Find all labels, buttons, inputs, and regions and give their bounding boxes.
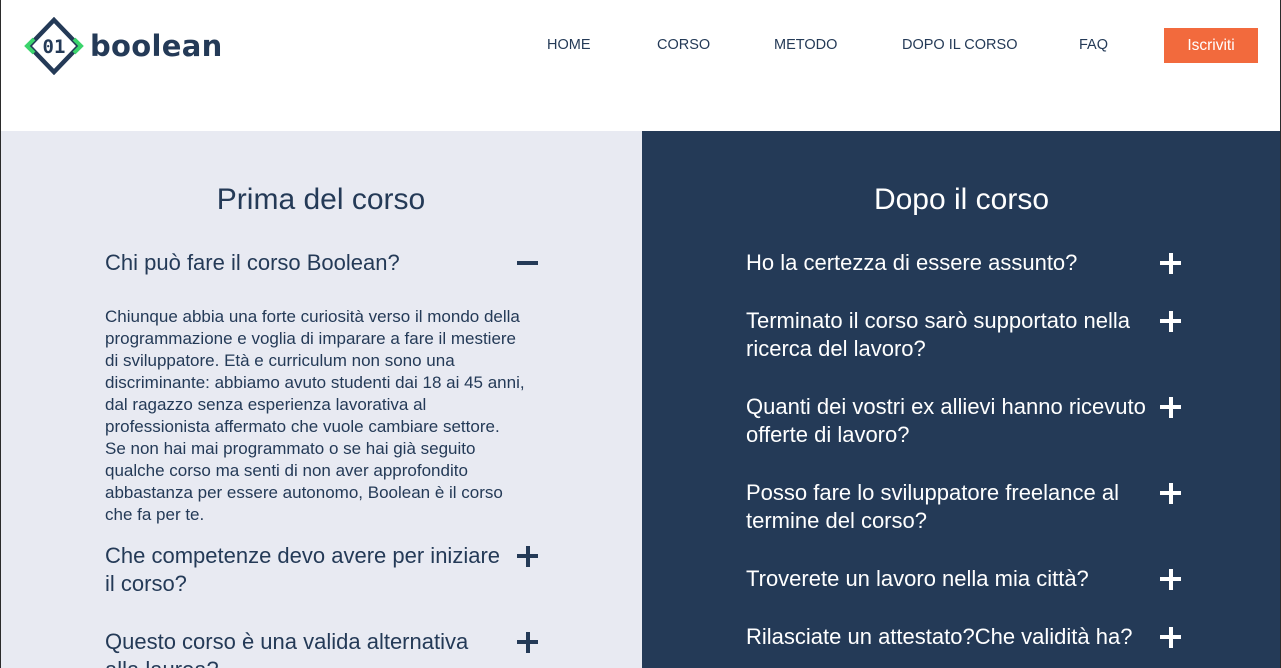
faq-answer: Chiunque abbia una forte curiosità verso… xyxy=(105,307,525,524)
nav-dopo-il-corso[interactable]: DOPO IL CORSO xyxy=(902,28,1017,63)
nav-faq[interactable]: FAQ xyxy=(1079,28,1108,63)
faq-item: Terminato il corso sarò supportato nella… xyxy=(746,307,1186,363)
faq-item: Posso fare lo sviluppatore freelance al … xyxy=(746,479,1186,535)
plus-icon[interactable] xyxy=(1160,483,1181,504)
faq-question-toggle[interactable]: Quanti dei vostri ex allievi hanno ricev… xyxy=(746,393,1186,449)
plus-icon[interactable] xyxy=(1160,253,1181,274)
faq-item: Troverete un lavoro nella mia città? xyxy=(746,565,1186,593)
faq-question: Quanti dei vostri ex allievi hanno ricev… xyxy=(746,394,1146,447)
faq-question: Ho la certezza di essere assunto? xyxy=(746,250,1078,275)
faq-question-toggle[interactable]: Che competenze devo avere per iniziare i… xyxy=(105,542,545,598)
plus-icon[interactable] xyxy=(517,632,538,653)
minus-icon[interactable] xyxy=(517,253,538,273)
faq-question: Troverete un lavoro nella mia città? xyxy=(746,566,1089,591)
plus-icon[interactable] xyxy=(1160,569,1181,590)
nav-corso[interactable]: CORSO xyxy=(657,28,710,63)
faq-question-toggle[interactable]: Troverete un lavoro nella mia città? xyxy=(746,565,1186,593)
faq-question-toggle[interactable]: Ho la certezza di essere assunto? xyxy=(746,249,1186,277)
faq-item: Ho la certezza di essere assunto? xyxy=(746,249,1186,277)
faq-question: Rilasciate un attestato?Che validità ha? xyxy=(746,624,1133,649)
main-nav: HOME CORSO METODO DOPO IL CORSO FAQ Iscr… xyxy=(0,28,1281,63)
plus-icon[interactable] xyxy=(1160,311,1181,332)
faq-question: Terminato il corso sarò supportato nella… xyxy=(746,308,1130,361)
faq-question-toggle[interactable]: Terminato il corso sarò supportato nella… xyxy=(746,307,1186,363)
faq-question: Chi può fare il corso Boolean? xyxy=(105,250,400,275)
nav-metodo[interactable]: METODO xyxy=(774,28,837,63)
plus-icon[interactable] xyxy=(517,546,538,567)
before-course-title: Prima del corso xyxy=(216,183,426,216)
faq-item: Questo corso è una valida alternativa al… xyxy=(105,628,545,668)
faq-question-toggle[interactable]: Rilasciate un attestato?Che validità ha? xyxy=(746,623,1186,651)
after-course-title: Dopo il corso xyxy=(873,183,1050,216)
faq-question-toggle[interactable]: Chi può fare il corso Boolean? xyxy=(105,249,545,277)
plus-icon[interactable] xyxy=(1160,397,1181,418)
faq-question-toggle[interactable]: Posso fare lo sviluppatore freelance al … xyxy=(746,479,1186,535)
faq-question-toggle[interactable]: Questo corso è una valida alternativa al… xyxy=(105,628,545,668)
faq-item: Rilasciate un attestato?Che validità ha? xyxy=(746,623,1186,651)
faq-item: Quanti dei vostri ex allievi hanno ricev… xyxy=(746,393,1186,449)
before-course-panel: Prima del corso Chi può fare il corso Bo… xyxy=(0,131,642,668)
plus-icon[interactable] xyxy=(1160,627,1181,648)
site-header: 01 boolean HOME CORSO METODO DOPO IL COR… xyxy=(0,0,1281,131)
faq-question: Posso fare lo sviluppatore freelance al … xyxy=(746,480,1119,533)
faq-question: Questo corso è una valida alternativa al… xyxy=(105,629,469,668)
faq-question: Che competenze devo avere per iniziare i… xyxy=(105,543,501,596)
nav-home[interactable]: HOME xyxy=(547,28,591,63)
after-course-panel: Dopo il corso Ho la certezza di essere a… xyxy=(642,131,1281,668)
iscriviti-button[interactable]: Iscriviti xyxy=(1164,28,1258,63)
faq-item: Chi può fare il corso Boolean? Chiunque … xyxy=(105,249,545,526)
faq-item: Che competenze devo avere per iniziare i… xyxy=(105,542,545,598)
